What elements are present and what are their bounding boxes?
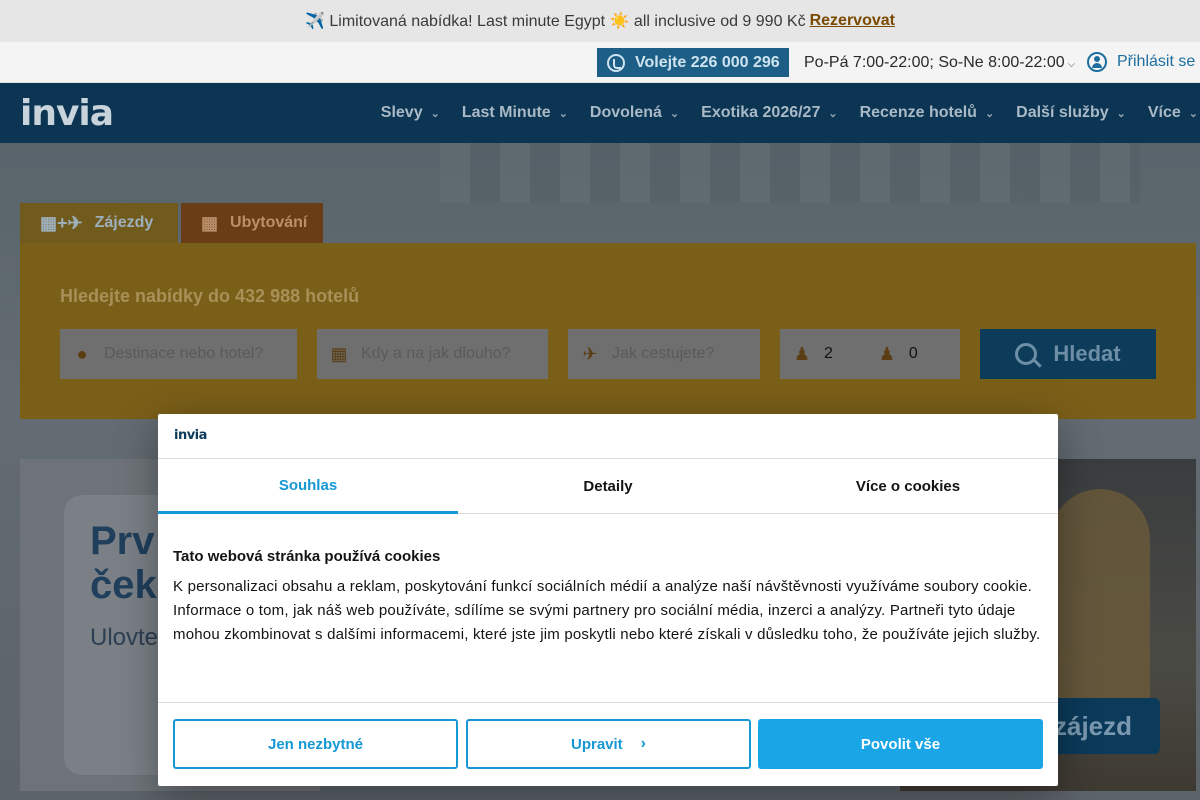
nav-item-label: Dovolená [589,104,662,121]
cookie-dialog: invia Souhlas Detaily Více o cookies Tat… [158,414,1058,786]
transport-placeholder: Jak cestujete? [612,345,715,362]
dialog-logo: invia [174,428,207,443]
promo-link[interactable]: Rezervovat [810,12,895,30]
phone-label: Volejte 226 000 296 [635,53,780,71]
nav-menu: Slevy ⌄ Last Minute ⌄ Dovolená ⌄ Exotika 20… [381,83,1200,143]
banner-title: Prv ček [90,519,157,607]
banner-subtitle: Ulovte [90,624,159,651]
dialog-tabs: Souhlas Detaily Více o cookies [158,459,1058,514]
hotel-plane-icon: ▦+✈ [40,212,83,233]
search-button[interactable]: Hledat [980,329,1156,379]
children-icon: ♟ [878,343,895,364]
promo-text: ✈️ Limitovaná nabídka! Last minute Egypt… [305,13,806,30]
nav-item-slevy[interactable]: Slevy ⌄ [381,104,440,122]
dialog-title: Tato webová stránka používá cookies [173,548,441,565]
nav-item-label: Recenze hotelů [859,104,977,121]
tab-zajezdy-label: Zájezdy [94,214,154,231]
nav-item-vice[interactable]: Více ⌄ [1148,104,1198,122]
divider [158,702,1058,703]
nav-item-exotika[interactable]: Exotika 2026/27 ⌄ [701,104,837,122]
search-title: Hledejte nabídky do 432 988 hotelů [60,286,360,306]
tab-souhlas[interactable]: Souhlas [158,459,458,514]
chevron-down-icon: ⌵ [1067,59,1076,70]
calendar-icon: ▦ [330,343,348,364]
tab-zajezdy[interactable]: ▦+✈ Zájezdy [20,203,178,243]
travelers-input[interactable]: ♟ 2 ♟ 0 [780,329,960,379]
customize-button-label: Upravit [570,735,623,753]
tab-detaily[interactable]: Detaily [458,459,758,514]
chevron-right-icon: › [640,735,646,752]
nav-item-label: Slevy [380,104,423,121]
chevron-down-icon: ⌄ [558,107,568,120]
allow-all-button[interactable]: Povolit vše [758,719,1043,769]
banner-title-line2: ček [90,563,157,607]
plane-icon: ✈ [582,343,598,364]
nav-item-label: Další služby [1016,104,1109,121]
nav-item-recenze[interactable]: Recenze hotelů ⌄ [860,104,995,122]
chevron-down-icon: ⌄ [1116,107,1126,120]
phone-icon [607,53,625,72]
tab-ubytovani[interactable]: ▦ Ubytování [181,203,323,243]
adults-icon: ♟ [793,343,811,364]
nav-item-label: Více [1147,104,1181,121]
transport-select[interactable]: ✈ Jak cestujete? [568,329,760,379]
children-count: 0 [908,345,918,362]
customize-button[interactable]: Upravit › [466,719,751,769]
destination-input[interactable]: ● Destinace nebo hotel? [60,329,297,379]
login-link[interactable]: Přihlásit se [1087,52,1195,72]
logo[interactable]: invia [20,93,114,134]
dialog-body: K personalizaci obsahu a reklam, poskyto… [173,578,1041,643]
chevron-down-icon: ⌄ [430,107,440,120]
banner-photo [1050,489,1150,729]
necessary-only-button[interactable]: Jen nezbytné [173,719,458,769]
opening-hours[interactable]: Po-Pá 7:00-22:00; So-Ne 8:00-22:00 ⌵ [804,54,1075,72]
nav-item-label: Last Minute [461,104,551,121]
login-label: Přihlásit se [1117,53,1196,70]
chevron-down-icon: ⌄ [984,107,995,120]
opening-hours-text: Po-Pá 7:00-22:00; So-Ne 8:00-22:00 [804,54,1065,71]
chevron-down-icon: ⌄ [828,107,838,120]
date-input[interactable]: ▦ Kdy a na jak dlouho? [317,329,548,379]
promo-bar: ✈️ Limitovaná nabídka! Last minute Egypt… [0,0,1200,42]
banner-cta-button[interactable]: zájezd [1040,698,1160,754]
chevron-down-icon: ⌄ [1188,107,1198,120]
search-button-label: Hledat [1053,341,1121,366]
nav-item-dalsi-sluzby[interactable]: Další služby ⌄ [1016,104,1126,122]
hero-decoration [440,143,1140,203]
search-panel: Hledejte nabídky do 432 988 hotelů ● Des… [20,243,1196,419]
banner-title-line1: Prv [90,519,155,563]
building-icon: ▦ [201,212,219,233]
tab-ubytovani-label: Ubytování [230,214,308,231]
date-placeholder: Kdy a na jak dlouho? [361,345,511,362]
main-nav: invia Slevy ⌄ Last Minute ⌄ Dovolená ⌄ Exot… [0,83,1200,143]
location-pin-icon: ● [76,343,88,364]
nav-item-last-minute[interactable]: Last Minute ⌄ [462,104,568,122]
search-icon [1015,343,1038,365]
adults-count: 2 [824,345,833,362]
chevron-down-icon: ⌄ [669,107,680,120]
phone-button[interactable]: Volejte 226 000 296 [597,48,789,77]
nav-item-dovolena[interactable]: Dovolená ⌄ [590,104,679,122]
nav-item-label: Exotika 2026/27 [701,104,821,121]
user-icon [1087,52,1107,72]
contact-bar: Volejte 226 000 296 Po-Pá 7:00-22:00; So… [0,42,1200,83]
tab-vice-o-cookies[interactable]: Více o cookies [758,459,1058,514]
destination-placeholder: Destinace nebo hotel? [104,345,264,362]
